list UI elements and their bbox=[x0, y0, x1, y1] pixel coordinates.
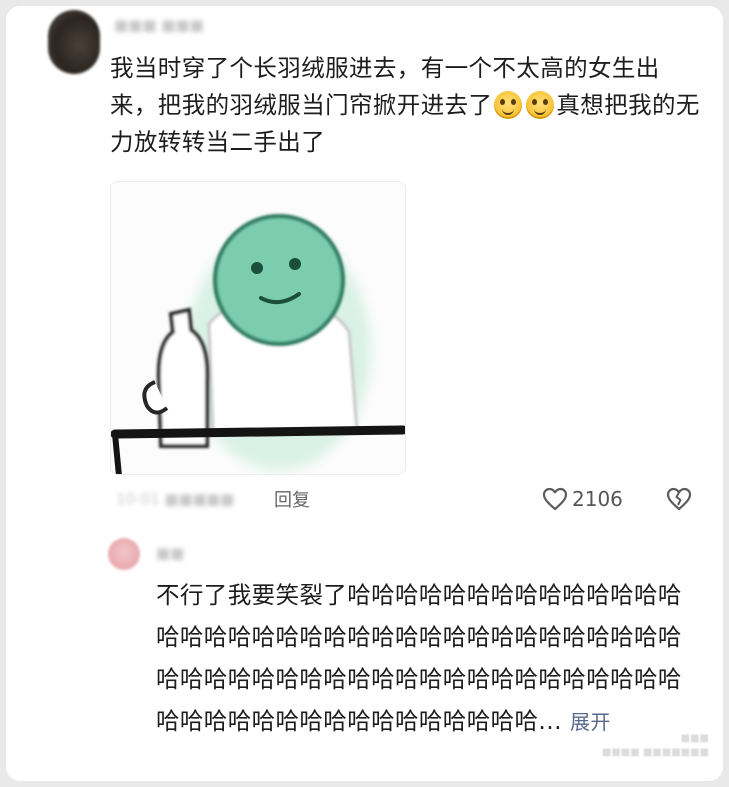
heart-icon bbox=[542, 487, 568, 511]
commenter-name-blurred[interactable]: ■■■ ■■■ bbox=[114, 16, 204, 34]
meme-image[interactable] bbox=[110, 181, 406, 475]
watermark-blurred: ■■■ ■■■■ ■■■■■■■ bbox=[601, 733, 709, 758]
comment-card: ■■■ ■■■ 我当时穿了个长羽绒服进去，有一个不太高的女生出来，把我的羽绒服当… bbox=[6, 6, 723, 781]
reply-body: 不行了我要笑裂了哈哈哈哈哈哈哈哈哈哈哈哈哈哈哈哈哈哈哈哈哈哈哈哈哈哈哈哈哈哈哈哈… bbox=[156, 574, 696, 743]
comment-time-blurred: 10-01 ■■■ bbox=[116, 490, 207, 508]
grinning-face-emoji bbox=[526, 91, 555, 119]
dislike-button[interactable] bbox=[666, 487, 692, 515]
replier-name-blurred[interactable]: ■■ bbox=[156, 544, 184, 562]
replier-avatar[interactable] bbox=[108, 538, 140, 570]
like-count: 2106 bbox=[572, 487, 623, 511]
comment-body: 我当时穿了个长羽绒服进去，有一个不太高的女生出来，把我的羽绒服当门帘掀开进去了真… bbox=[110, 50, 700, 161]
comment-actions: 10-01 ■■■ ■■ 回复 2106 bbox=[110, 484, 700, 514]
comment-location-blurred: ■■ bbox=[206, 490, 235, 508]
broken-heart-icon bbox=[666, 487, 692, 511]
expand-button[interactable]: 展开 bbox=[570, 710, 611, 734]
commenter-avatar[interactable] bbox=[48, 10, 100, 74]
meme-sticker-illustration bbox=[111, 182, 405, 474]
like-button[interactable]: 2106 bbox=[542, 484, 623, 514]
reply-button[interactable]: 回复 bbox=[274, 486, 310, 512]
grinning-face-emoji bbox=[494, 91, 523, 119]
